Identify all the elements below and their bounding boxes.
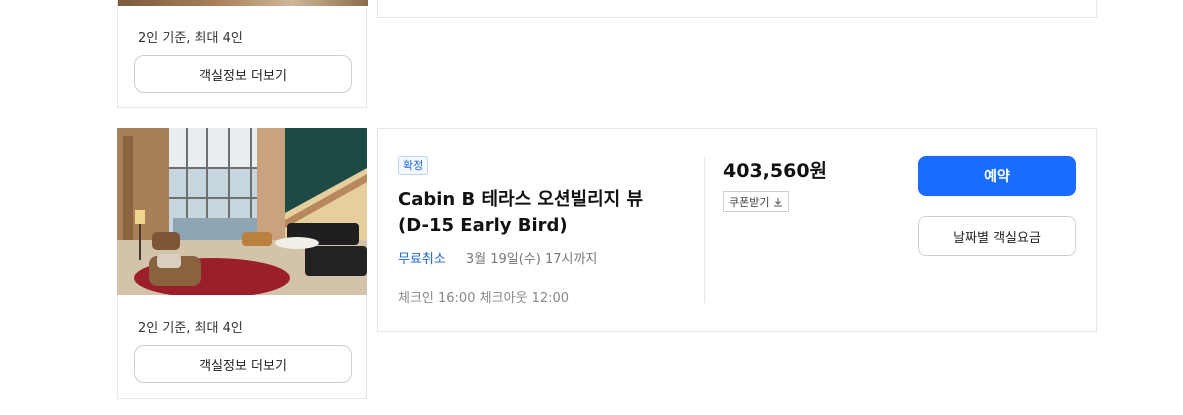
reserve-button[interactable]: 예약 — [918, 156, 1076, 196]
divider — [704, 157, 705, 303]
room-price: 403,560원 — [723, 160, 828, 182]
room-card-right: 확정 Cabin B 테라스 오션빌리지 뷰(D-15 Early Bird) … — [377, 128, 1097, 332]
room-capacity: 2인 기준, 최대 4인 — [138, 31, 243, 46]
download-icon — [774, 197, 783, 206]
date-rates-button[interactable]: 날짜별 객실요금 — [918, 216, 1076, 256]
room-card-left: 2인 기준, 최대 4인 객실정보 더보기 — [117, 128, 367, 399]
checkin-checkout-time: 체크인 16:00 체크아웃 12:00 — [398, 291, 570, 306]
room-info-more-button[interactable]: 객실정보 더보기 — [134, 55, 352, 93]
room-name[interactable]: Cabin B 테라스 오션빌리지 뷰(D-15 Early Bird) — [398, 187, 668, 239]
coupon-download-button[interactable]: 쿠폰받기 — [723, 191, 790, 212]
confirmed-badge: 확정 — [398, 156, 429, 175]
cancel-policy-line: 무료취소 3월 19일(수) 17시까지 — [398, 248, 597, 267]
free-cancel-label: 무료취소 — [398, 252, 446, 267]
coupon-button-label: 쿠폰받기 — [729, 195, 770, 209]
cancel-deadline: 3월 19일(수) 17시까지 — [465, 252, 598, 267]
room-info-more-button[interactable]: 객실정보 더보기 — [134, 345, 352, 383]
room-card-left: 2인 기준, 최대 4인 객실정보 더보기 — [117, 0, 368, 108]
room-capacity: 2인 기준, 최대 4인 — [138, 321, 243, 336]
room-photo[interactable] — [117, 128, 367, 295]
room-card-right — [377, 0, 1097, 18]
room-photo[interactable] — [118, 0, 368, 6]
